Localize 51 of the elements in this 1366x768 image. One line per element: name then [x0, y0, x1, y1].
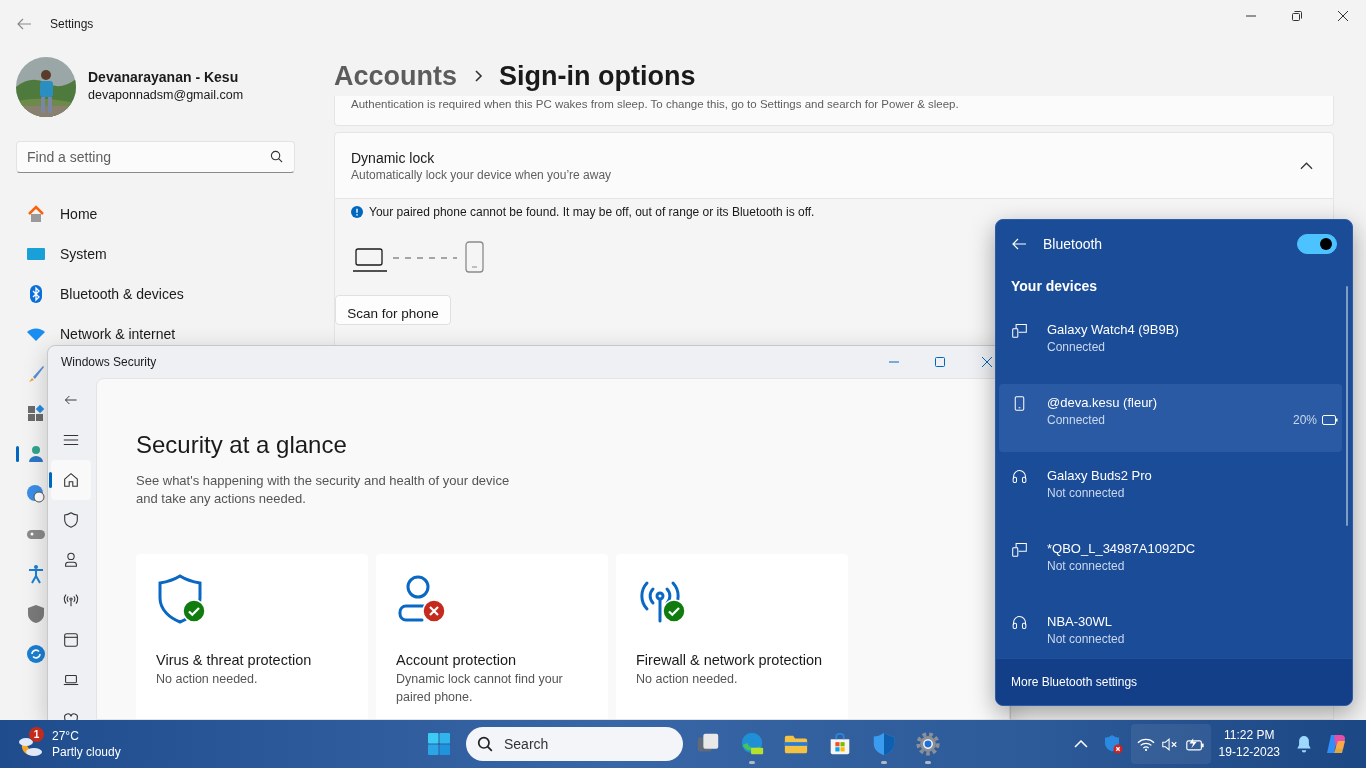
- page-title: Security at a glance: [136, 430, 348, 460]
- window-title: Windows Security: [61, 355, 157, 369]
- notification-badge: 1: [29, 727, 44, 742]
- weather-widget[interactable]: 1 27°C Partly cloudy: [17, 728, 121, 760]
- device-name: Galaxy Buds2 Pro: [1047, 467, 1152, 485]
- device-name: Galaxy Watch4 (9B9B): [1047, 321, 1179, 339]
- setting-description: Automatically lock your device when you’re away: [351, 166, 613, 183]
- battery-level: 20%: [1292, 412, 1317, 428]
- section-heading: Your devices: [1010, 277, 1099, 296]
- search-field[interactable]: Search: [466, 727, 683, 761]
- nav-item[interactable]: System: [16, 243, 300, 265]
- card-description: Authentication is required when this PC wakes from sleep. To change this, go to Settings and search for Power & sleep.: [351, 98, 959, 110]
- expander-header[interactable]: Dynamic lock Automatically lock your device when you’re away: [334, 132, 1334, 199]
- device-status: Not connected: [1047, 485, 1126, 501]
- nav-item[interactable]: Bluetooth & devices: [16, 283, 300, 305]
- card-title: Firewall & network protection: [636, 651, 824, 670]
- card-description: Dynamic lock cannot find your paired phone.: [396, 671, 564, 706]
- protection-card[interactable]: Firewall & network protection No action needed.: [616, 554, 848, 719]
- setting-title: Dynamic lock: [351, 148, 436, 167]
- device-status: Connected: [1047, 412, 1107, 428]
- nav-item[interactable]: Home: [16, 203, 300, 225]
- card-description: No action needed.: [636, 671, 739, 688]
- protection-card[interactable]: Virus & threat protection No action needed.: [136, 554, 368, 719]
- window-title: Settings: [50, 17, 94, 31]
- status-message: Your paired phone cannot be found. It may be off, out of range or its Bluetooth is off.: [369, 204, 815, 220]
- settings-link[interactable]: More Bluetooth settings: [1011, 675, 1138, 689]
- device-name: NBA-30WL: [1047, 613, 1114, 631]
- page-description: See what's happening with the security and health of your device and take any actions needed.: [136, 472, 511, 508]
- scan-button[interactable]: Scan for phone: [335, 295, 451, 325]
- user-name: Devanarayanan - Kesu: [88, 68, 240, 87]
- card-title: Account protection: [396, 651, 518, 670]
- page-title: Sign-in options: [499, 60, 696, 92]
- search-field[interactable]: Find a setting: [16, 141, 295, 173]
- panel-title: Bluetooth: [1043, 236, 1103, 252]
- clock-button[interactable]: 11:22 PM 19-12-2023: [1210, 727, 1288, 761]
- device-item[interactable]: NBA-30WL Not connected: [999, 603, 1342, 658]
- protection-card[interactable]: Account protection Dynamic lock cannot find your paired phone.: [376, 554, 608, 719]
- card-description: No action needed.: [156, 671, 259, 688]
- device-name: @deva.kesu (fleur): [1047, 394, 1158, 412]
- device-status: Connected: [1047, 339, 1107, 355]
- device-item[interactable]: Galaxy Watch4 (9B9B) Connected: [999, 311, 1342, 379]
- device-item[interactable]: *QBO_L_34987A1092DC Not connected: [999, 530, 1342, 598]
- breadcrumb-link[interactable]: Accounts: [334, 60, 458, 92]
- device-item[interactable]: @deva.kesu (fleur) Connected 20%: [999, 384, 1342, 452]
- nav-item[interactable]: Network & internet: [16, 323, 300, 345]
- device-item[interactable]: Galaxy Buds2 Pro Not connected: [999, 457, 1342, 525]
- card-title: Virus & threat protection: [156, 651, 313, 670]
- device-status: Not connected: [1047, 558, 1126, 574]
- device-name: *QBO_L_34987A1092DC: [1047, 540, 1196, 558]
- device-status: Not connected: [1047, 631, 1125, 647]
- user-email: devaponnadsm@gmail.com: [88, 87, 244, 104]
